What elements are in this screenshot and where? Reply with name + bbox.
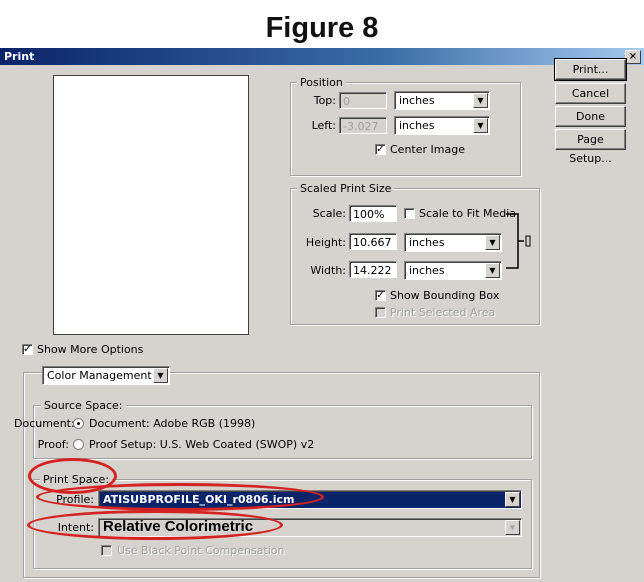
height-unit-select[interactable]: inches ▼ — [404, 233, 502, 252]
source-space-label: Source Space: — [41, 399, 126, 412]
scale-field[interactable]: 100% — [349, 205, 397, 222]
show-bounding-box-label: Show Bounding Box — [390, 289, 500, 302]
chevron-down-icon[interactable]: ▼ — [473, 93, 488, 108]
print-preview — [53, 75, 249, 335]
black-point-label: Use Black Point Compensation — [117, 544, 285, 557]
page-setup-button[interactable]: Page Setup... — [555, 129, 626, 165]
top-unit-select[interactable]: inches ▼ — [394, 91, 490, 110]
center-image-label: Center Image — [390, 143, 465, 156]
show-more-options-checkbox[interactable]: ✓ — [22, 344, 33, 355]
chevron-down-icon[interactable]: ▼ — [485, 263, 500, 278]
link-bracket-icon — [506, 213, 531, 269]
scaled-group-label: Scaled Print Size — [297, 182, 395, 195]
top-label: Top: — [313, 94, 336, 107]
print-dialog: Print × Print... Cancel Done Page Setup.… — [0, 48, 644, 582]
left-unit-select[interactable]: inches ▼ — [394, 116, 490, 135]
width-label: Width: — [310, 264, 346, 277]
left-label: Left: — [311, 119, 336, 132]
top-field[interactable]: 0 — [339, 92, 387, 109]
chevron-down-icon[interactable]: ▼ — [153, 368, 168, 383]
left-field[interactable]: -3.027 — [339, 117, 387, 134]
width-unit-select[interactable]: inches ▼ — [404, 261, 502, 280]
height-field[interactable]: 10.667 — [349, 233, 397, 250]
black-point-checkbox[interactable] — [101, 545, 112, 556]
chevron-down-icon[interactable]: ▼ — [505, 492, 520, 507]
width-unit-value: inches — [409, 264, 445, 277]
figure-title: Figure 8 — [265, 12, 379, 44]
proof-option-label: Proof Setup: U.S. Web Coated (SWOP) v2 — [89, 438, 315, 451]
height-unit-value: inches — [409, 236, 445, 249]
center-image-checkbox[interactable]: ✓ — [375, 144, 386, 155]
show-bounding-box-checkbox[interactable]: ✓ — [375, 290, 386, 301]
print-selected-area-checkbox[interactable] — [375, 307, 386, 318]
width-field[interactable]: 14.222 — [349, 261, 397, 278]
document-option-label: Document: Adobe RGB (1998) — [89, 417, 256, 430]
color-management-select[interactable]: Color Management ▼ — [42, 366, 170, 385]
window-title: Print — [4, 50, 35, 63]
document-label: Document: — [14, 417, 75, 430]
title-bar: Print × — [0, 48, 644, 65]
scale-to-fit-label: Scale to Fit Media — [419, 207, 517, 220]
document-radio[interactable] — [73, 418, 84, 429]
cancel-button[interactable]: Cancel — [555, 83, 626, 104]
print-selected-area-label: Print Selected Area — [390, 306, 496, 319]
left-unit-value: inches — [399, 119, 435, 132]
chevron-down-icon[interactable]: ▼ — [485, 235, 500, 250]
color-management-value: Color Management — [47, 369, 152, 382]
scale-label: Scale: — [312, 207, 346, 220]
close-icon[interactable]: × — [625, 50, 641, 64]
chevron-down-icon[interactable]: ▼ — [473, 118, 488, 133]
highlight-oval-intent — [27, 510, 283, 540]
top-unit-value: inches — [399, 94, 435, 107]
scale-to-fit-checkbox[interactable] — [404, 208, 415, 219]
height-label: Height: — [305, 236, 346, 249]
print-button[interactable]: Print... — [554, 58, 627, 81]
chevron-down-icon[interactable]: ▼ — [505, 520, 520, 535]
done-button[interactable]: Done — [555, 106, 626, 127]
show-more-options-label: Show More Options — [37, 343, 144, 356]
proof-radio[interactable] — [73, 439, 84, 450]
proof-label: Proof: — [37, 438, 69, 451]
highlight-oval-profile — [36, 483, 324, 511]
position-group-label: Position — [297, 76, 346, 89]
